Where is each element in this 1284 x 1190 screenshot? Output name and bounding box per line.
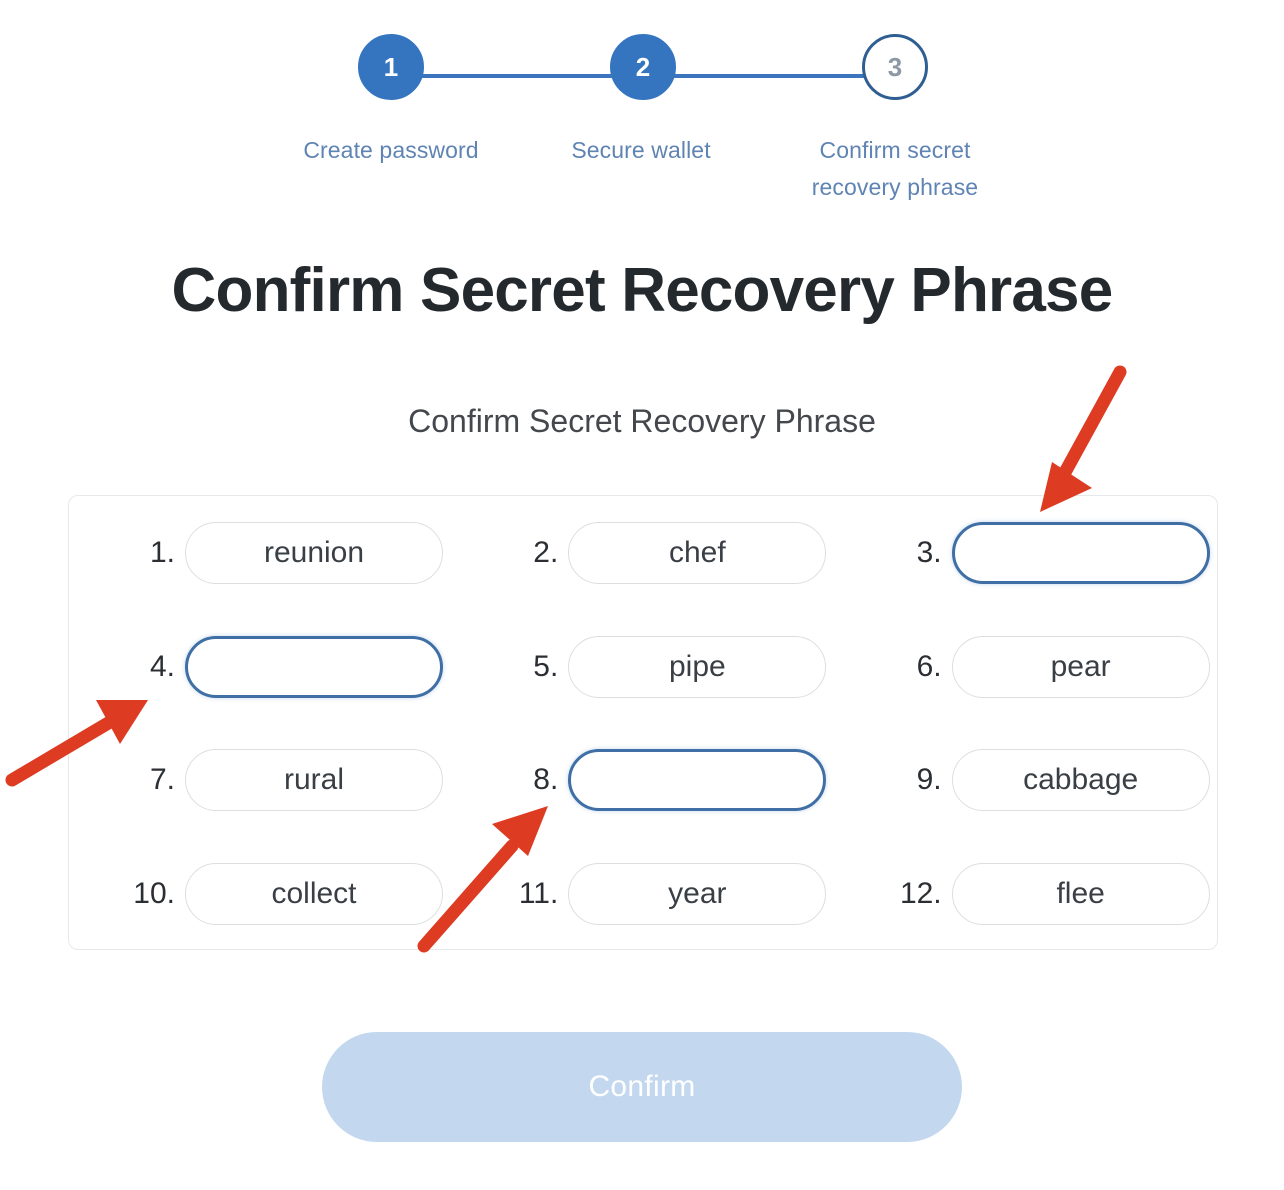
recovery-word-cell: 10. collect bbox=[69, 863, 452, 926]
stepper-circle-1[interactable]: 1 bbox=[358, 34, 424, 100]
recovery-word-pill[interactable]: year bbox=[568, 863, 827, 926]
recovery-word-index: 7. bbox=[149, 763, 175, 797]
stepper-number-2: 2 bbox=[635, 51, 651, 82]
arrow-to-word-3-icon bbox=[1040, 365, 1127, 512]
recovery-word-index: 9. bbox=[916, 763, 942, 797]
stepper-number-3: 3 bbox=[887, 51, 903, 82]
recovery-word-input-empty[interactable] bbox=[568, 749, 827, 812]
recovery-word-cell: 6. pear bbox=[836, 635, 1219, 698]
recovery-word-input-empty[interactable] bbox=[951, 521, 1210, 584]
recovery-word-cell: 2. chef bbox=[452, 521, 835, 584]
stepper-number-1: 1 bbox=[383, 51, 399, 82]
recovery-word-pill[interactable]: pear bbox=[951, 635, 1210, 698]
recovery-phrase-card: 1. reunion 2. chef 3. 4. 5. pipe 6. pear 7. rural 8.… bbox=[68, 495, 1218, 950]
recovery-word-index: 11. bbox=[518, 877, 559, 911]
recovery-word-index: 10. bbox=[133, 877, 175, 911]
page-title: Confirm Secret Recovery Phrase bbox=[171, 256, 1114, 325]
recovery-word-pill[interactable]: chef bbox=[568, 521, 827, 584]
recovery-word-pill[interactable]: reunion bbox=[185, 521, 443, 584]
recovery-word-cell: 1. reunion bbox=[69, 521, 452, 584]
page-subtitle: Confirm Secret Recovery Phrase bbox=[408, 403, 876, 439]
recovery-word-index: 12. bbox=[899, 877, 942, 911]
stepper-label-3-line2: recovery phrase bbox=[811, 174, 979, 200]
stepper-label-confirm-secret-recovery-phrase: Confirm secret recovery phrase bbox=[745, 132, 1045, 206]
stepper-labels: Create password Secure wallet Confirm se… bbox=[0, 132, 1284, 212]
recovery-word-index: 2. bbox=[533, 535, 559, 569]
stepper-connector-2-3 bbox=[664, 74, 868, 78]
recovery-phrase-grid: 1. reunion 2. chef 3. 4. 5. pipe 6. pear 7. rural 8.… bbox=[69, 496, 1219, 951]
progress-stepper: 1 2 3 Create password Secure wallet Conf… bbox=[0, 34, 1284, 214]
confirm-button[interactable]: Confirm bbox=[322, 1032, 962, 1142]
recovery-word-cell: 9. cabbage bbox=[836, 749, 1219, 812]
stepper-circle-3[interactable]: 3 bbox=[862, 34, 928, 100]
recovery-word-cell: 5. pipe bbox=[452, 635, 835, 698]
recovery-word-index: 3. bbox=[916, 535, 942, 569]
recovery-word-input-empty[interactable] bbox=[185, 635, 443, 698]
recovery-word-pill[interactable]: pipe bbox=[568, 635, 827, 698]
recovery-word-pill[interactable]: cabbage bbox=[951, 749, 1210, 812]
stepper-track: 1 2 3 bbox=[358, 34, 928, 118]
recovery-word-cell: 8. bbox=[452, 749, 835, 812]
recovery-word-index: 8. bbox=[533, 763, 559, 797]
recovery-word-cell: 11. year bbox=[452, 863, 835, 926]
recovery-word-pill[interactable]: flee bbox=[951, 863, 1210, 926]
recovery-word-index: 4. bbox=[149, 649, 175, 683]
recovery-word-cell: 12. flee bbox=[836, 863, 1219, 926]
recovery-word-index: 1. bbox=[149, 535, 175, 569]
stepper-connector-1-2 bbox=[412, 74, 618, 78]
recovery-word-index: 6. bbox=[916, 649, 942, 683]
stepper-label-3-line1: Confirm secret bbox=[819, 137, 971, 163]
stepper-circle-2[interactable]: 2 bbox=[610, 34, 676, 100]
recovery-word-pill[interactable]: rural bbox=[185, 749, 443, 812]
recovery-word-cell: 3. bbox=[836, 521, 1219, 584]
recovery-word-pill[interactable]: collect bbox=[185, 863, 443, 926]
recovery-word-index: 5. bbox=[533, 649, 559, 683]
recovery-word-cell: 4. bbox=[69, 635, 452, 698]
recovery-word-cell: 7. rural bbox=[69, 749, 452, 812]
